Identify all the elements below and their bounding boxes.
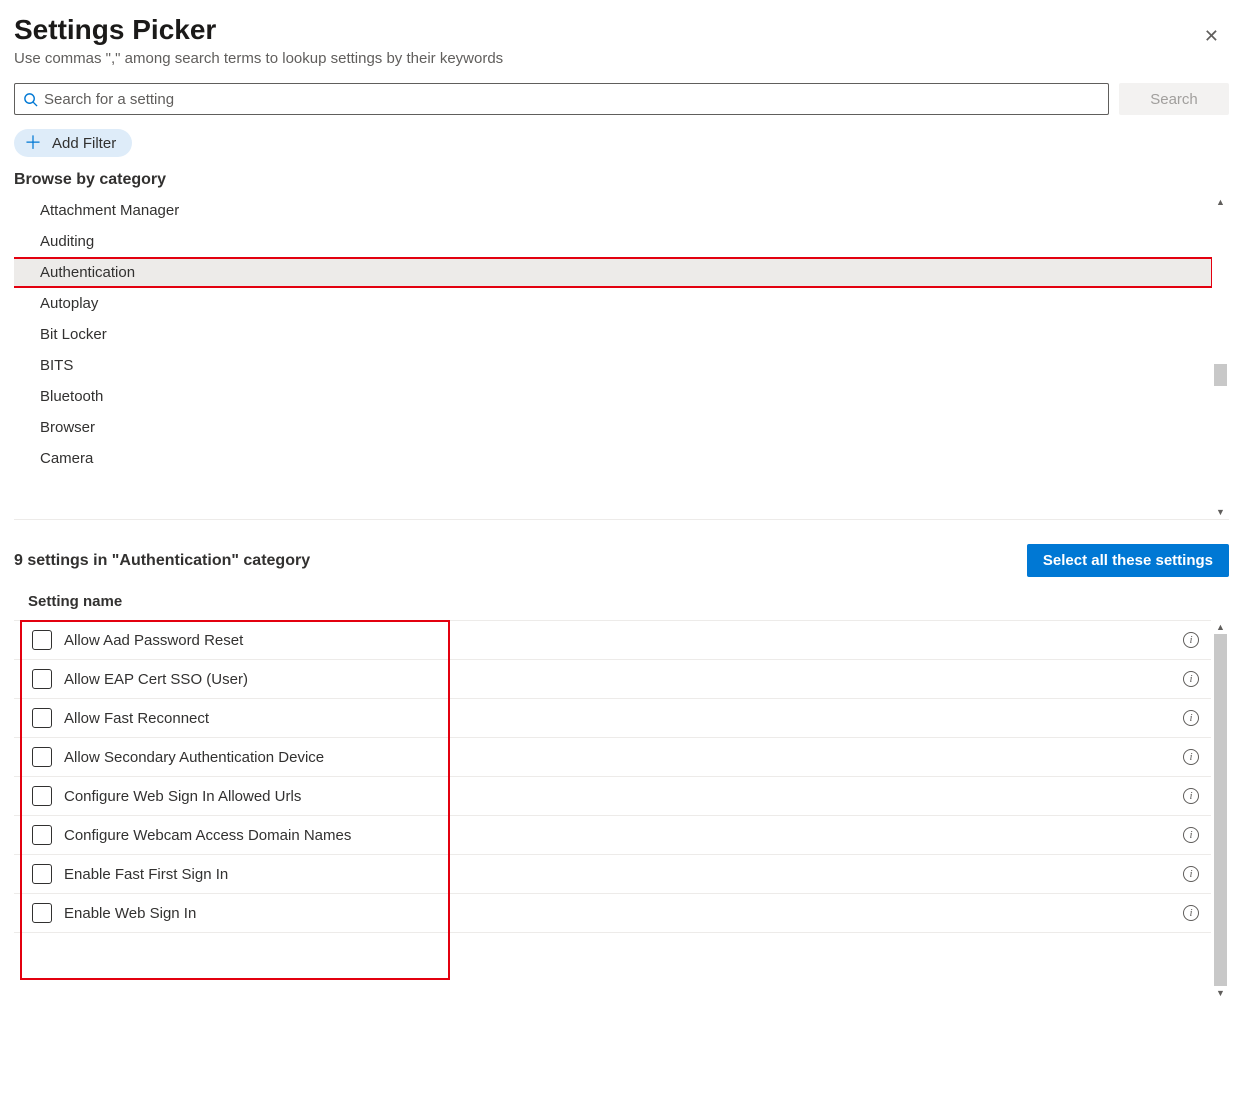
setting-label: Allow Fast Reconnect: [64, 710, 1183, 727]
search-button[interactable]: Search: [1119, 83, 1229, 115]
search-input[interactable]: [44, 91, 1100, 108]
setting-label: Enable Web Sign In: [64, 905, 1183, 922]
setting-checkbox[interactable]: [32, 747, 52, 767]
scroll-up-icon[interactable]: ▲: [1216, 620, 1225, 634]
info-icon[interactable]: i: [1183, 671, 1199, 687]
scroll-down-icon[interactable]: ▼: [1216, 986, 1225, 1000]
category-scrollbar[interactable]: ▲ ▼: [1212, 195, 1229, 519]
category-item[interactable]: BITS: [14, 350, 1211, 381]
search-input-container[interactable]: [14, 83, 1109, 115]
category-item[interactable]: Camera: [14, 443, 1211, 474]
setting-label: Configure Web Sign In Allowed Urls: [64, 788, 1183, 805]
setting-label: Enable Fast First Sign In: [64, 866, 1183, 883]
setting-label: Allow Aad Password Reset: [64, 632, 1183, 649]
add-filter-button[interactable]: ＋ Add Filter: [14, 129, 132, 157]
results-count: 9 settings in "Authentication" category: [14, 552, 310, 570]
category-item[interactable]: Bit Locker: [14, 319, 1211, 350]
setting-row[interactable]: Configure Web Sign In Allowed Urlsi: [14, 777, 1211, 816]
info-icon[interactable]: i: [1183, 632, 1199, 648]
setting-checkbox[interactable]: [32, 903, 52, 923]
category-item[interactable]: Bluetooth: [14, 381, 1211, 412]
setting-row[interactable]: Allow Fast Reconnecti: [14, 699, 1211, 738]
category-item[interactable]: Autoplay: [14, 288, 1211, 319]
info-icon[interactable]: i: [1183, 710, 1199, 726]
settings-scrollbar[interactable]: ▲ ▼: [1212, 620, 1229, 1000]
info-icon[interactable]: i: [1183, 788, 1199, 804]
setting-checkbox[interactable]: [32, 630, 52, 650]
setting-checkbox[interactable]: [32, 825, 52, 845]
info-icon[interactable]: i: [1183, 827, 1199, 843]
page-subtitle: Use commas "," among search terms to loo…: [14, 50, 503, 67]
category-item[interactable]: Auditing: [14, 226, 1211, 257]
category-list: Attachment ManagerAuditingAuthentication…: [14, 195, 1229, 519]
scrollbar-thumb[interactable]: [1214, 634, 1227, 986]
category-item[interactable]: Browser: [14, 412, 1211, 443]
info-icon[interactable]: i: [1183, 905, 1199, 921]
page-title: Settings Picker: [14, 14, 503, 46]
scroll-up-icon[interactable]: ▲: [1216, 195, 1225, 209]
category-item[interactable]: Attachment Manager: [14, 195, 1211, 226]
setting-row[interactable]: Allow Aad Password Reseti: [14, 620, 1211, 660]
scrollbar-thumb[interactable]: [1214, 364, 1227, 386]
setting-checkbox[interactable]: [32, 786, 52, 806]
settings-list: Allow Aad Password ResetiAllow EAP Cert …: [14, 620, 1229, 1000]
scroll-down-icon[interactable]: ▼: [1216, 505, 1225, 519]
plus-icon: ＋: [24, 134, 42, 152]
category-item[interactable]: Authentication: [14, 257, 1213, 288]
search-icon: [23, 92, 38, 107]
info-icon[interactable]: i: [1183, 749, 1199, 765]
setting-checkbox[interactable]: [32, 864, 52, 884]
info-icon[interactable]: i: [1183, 866, 1199, 882]
column-header-setting-name: Setting name: [14, 589, 1229, 620]
browse-heading: Browse by category: [14, 171, 1229, 189]
setting-row[interactable]: Allow EAP Cert SSO (User)i: [14, 660, 1211, 699]
setting-label: Allow EAP Cert SSO (User): [64, 671, 1183, 688]
setting-checkbox[interactable]: [32, 669, 52, 689]
add-filter-label: Add Filter: [52, 135, 116, 152]
setting-row[interactable]: Allow Secondary Authentication Devicei: [14, 738, 1211, 777]
setting-row[interactable]: Configure Webcam Access Domain Namesi: [14, 816, 1211, 855]
setting-row[interactable]: Enable Fast First Sign Ini: [14, 855, 1211, 894]
setting-label: Configure Webcam Access Domain Names: [64, 827, 1183, 844]
setting-label: Allow Secondary Authentication Device: [64, 749, 1183, 766]
select-all-button[interactable]: Select all these settings: [1027, 544, 1229, 577]
setting-checkbox[interactable]: [32, 708, 52, 728]
close-icon[interactable]: ✕: [1194, 20, 1229, 53]
setting-row[interactable]: Enable Web Sign Ini: [14, 894, 1211, 933]
